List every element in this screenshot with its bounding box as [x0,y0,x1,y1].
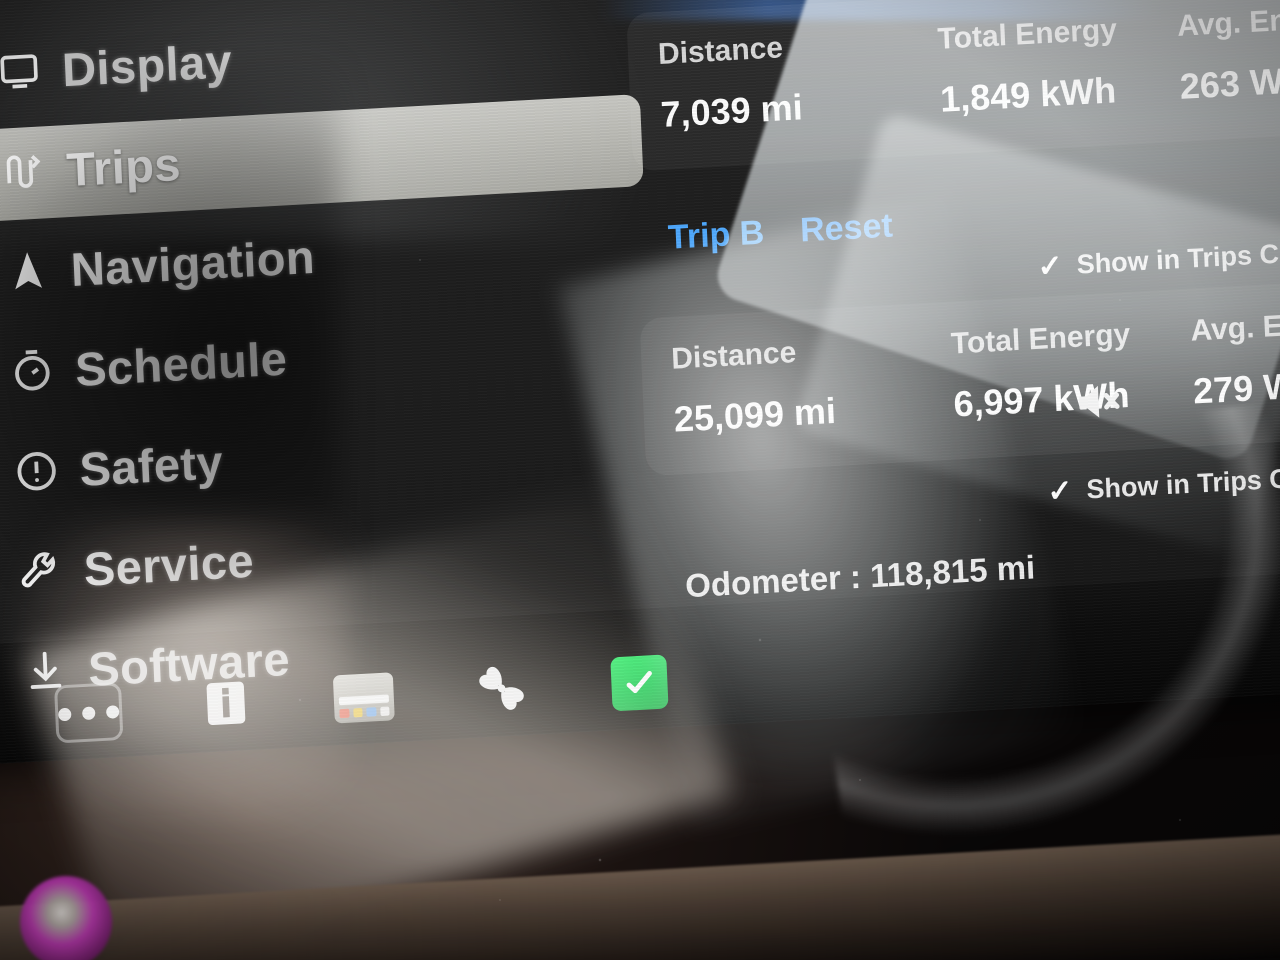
speaker-muted-icon [1070,385,1129,436]
checkbox-label: Show in Trips Card [1085,461,1280,505]
taskbar-climate-fan-button[interactable] [468,657,535,724]
mute-button[interactable] [1068,371,1129,437]
column-header: Avg. Energy [1189,305,1280,348]
photo-of-tesla-touchscreen: Display Trips Navigation Schedule Safety… [0,0,1280,960]
trip-a-stats-card: Distance 7,039 mi Total Energy 1,849 kWh… [626,0,1280,172]
safety-alert-icon [0,446,81,497]
app-tile-icon [332,672,395,724]
trips-icon [0,147,67,196]
trip-name: Trip B [667,213,766,257]
checkmark-icon: ✓ [1036,248,1064,284]
touchscreen-display: Display Trips Navigation Schedule Safety… [0,0,1280,770]
taskbar-green-app-button[interactable] [606,649,673,716]
sidebar-item-label: Trips [65,136,182,196]
download-arrow-icon [1,646,89,697]
schedule-clock-icon [0,346,76,397]
trips-panel: Trip A Reset ✓ Show in Trips Card Distan… [622,0,1280,607]
display-icon [0,47,63,96]
taskbar-app-tile-button[interactable] [330,664,397,731]
dashboard-indicator-light [20,876,112,960]
sidebar-item-label: Service [82,533,255,596]
trip-a-avg-energy-column: Avg. Energy 263 Wh/mi [1177,0,1280,108]
trip-b-avg-energy-column: Avg. Energy 279 Wh/mi [1190,305,1280,413]
checkmark-icon: ✓ [1046,473,1074,509]
fan-icon [469,655,534,725]
trip-b-reset-button[interactable]: Reset [799,206,893,250]
trip-b-avg-energy-value: 279 Wh/mi [1192,360,1280,412]
trip-b-distance-column: Distance 25,099 mi [671,328,955,441]
touchscreen-panel: Display Trips Navigation Schedule Safety… [0,0,1280,770]
column-header: Total Energy [936,13,1118,56]
column-header: Total Energy [950,317,1131,361]
sidebar-item-label: Display [60,33,234,96]
sidebar-item-label: Safety [78,434,225,496]
green-check-app-icon [610,654,669,712]
trip-a-total-energy-value: 1,849 kWh [939,69,1117,120]
checkbox-label: Show in Trips Card [1076,236,1280,280]
trip-a-distance-column: Distance 7,039 mi [657,23,941,136]
sidebar-item-label: Software [87,631,291,696]
column-header: Distance [670,335,797,376]
sidebar-item-label: Schedule [74,331,289,396]
trip-b-distance-value: 25,099 mi [673,389,837,440]
trip-a-avg-energy-value: 263 Wh/mi [1178,56,1280,107]
trip-a-distance-value: 7,039 mi [659,86,804,135]
navigation-arrow-icon [0,246,72,297]
trip-a-total-energy-column: Total Energy 1,849 kWh [937,10,1181,121]
column-header: Distance [657,31,784,71]
wrench-icon [0,546,85,597]
sidebar-item-label: Navigation [69,229,316,296]
column-header: Avg. Energy [1176,0,1280,43]
